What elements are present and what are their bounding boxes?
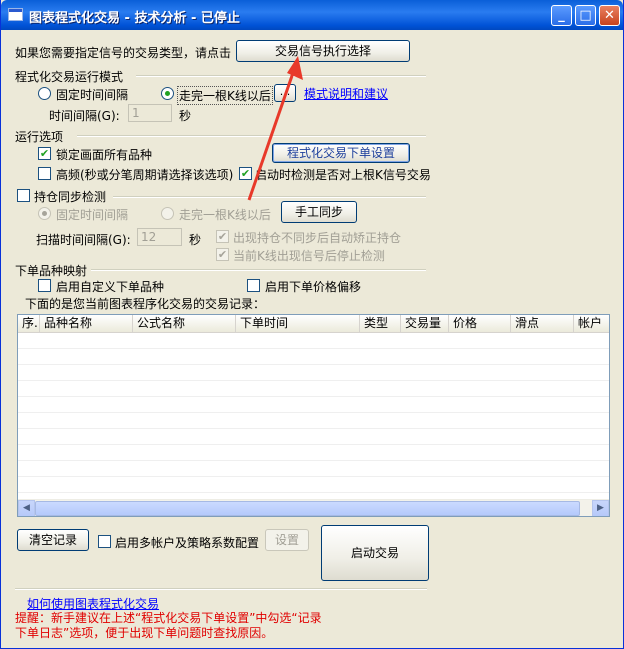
annotation-arrow-shaft xyxy=(247,69,296,201)
annotation-arrow xyxy=(247,56,303,201)
annotation-arrow-head xyxy=(287,56,303,80)
main-window: 图表程式化交易 - 技术分析 - 已停止 _ □ ✕ 如果您需要指定信号的交易类… xyxy=(0,0,624,649)
